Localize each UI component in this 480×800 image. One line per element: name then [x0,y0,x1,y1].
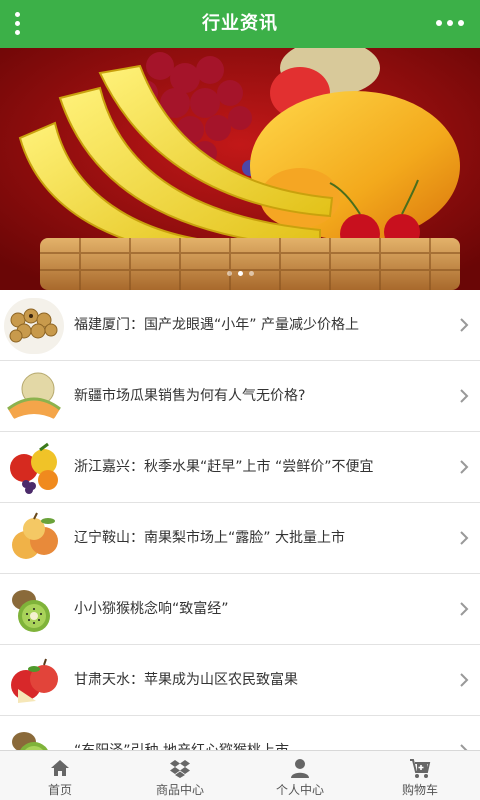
news-list-item[interactable]: 新疆市场瓜果销售为何有人气无价格? [0,361,480,432]
news-list-item[interactable]: “东阳泽”引种 地产红心猕猴桃上市 [0,716,480,750]
chevron-right-icon [460,673,469,687]
news-title: 浙江嘉兴：秋季水果“赶早”上市 “尝鲜价”不便宜 [74,459,374,475]
top-navigation-bar: 行业资讯 [0,0,480,48]
tab-home[interactable]: 首页 [0,751,120,800]
horizontal-dots-icon-dot [447,20,453,26]
news-thumbnail [4,511,64,567]
news-title: “东阳泽”引种 地产红心猕猴桃上市 [74,716,444,750]
bottom-tab-bar: 首页 商品中心 个人中心 购物车 [0,750,480,800]
tab-label: 首页 [47,783,72,797]
news-thumbnail [4,298,64,354]
carousel-indicator [0,271,480,276]
home-icon [51,760,69,776]
news-list-item[interactable]: 浙江嘉兴：秋季水果“赶早”上市 “尝鲜价”不便宜 [0,432,480,503]
fruit-basket-image [0,48,480,290]
news-thumbnail [4,724,64,750]
user-icon [291,759,309,778]
chevron-right-icon [460,318,469,332]
news-list-item[interactable]: 福建厦门：国产龙眼遇“小年” 产量减少价格上 [0,290,480,361]
news-list-item[interactable]: 小小猕猴桃念响“致富经” [0,574,480,645]
news-list: 福建厦门：国产龙眼遇“小年” 产量减少价格上 新疆市场瓜果销售为何有人气无价格? 浙… [0,290,480,750]
news-thumbnail [4,653,64,709]
news-title: 甘肃天水：苹果成为山区农民致富果 [74,672,298,688]
tab-profile[interactable]: 个人中心 [240,751,360,800]
chevron-right-icon [460,602,469,616]
news-title: 小小猕猴桃念响“致富经” [74,601,229,617]
more-button[interactable] [424,0,480,48]
tab-cart[interactable]: 购物车 [360,751,480,800]
tab-label: 商品中心 [155,783,204,797]
news-title: 新疆市场瓜果销售为何有人气无价格? [74,388,306,404]
tab-label: 购物车 [401,783,438,797]
news-title: 福建厦门：国产龙眼遇“小年” 产量减少价格上 [74,317,359,333]
tab-products[interactable]: 商品中心 [120,751,240,800]
carousel-dot[interactable] [226,271,232,276]
tab-label: 个人中心 [275,783,324,797]
carousel-dot-active[interactable] [237,271,243,276]
chevron-right-icon [460,744,468,750]
news-title: 辽宁鞍山：南果梨市场上“露脸” 大批量上市 [74,530,345,546]
cart-icon [410,759,431,778]
page-title: 行业资讯 [202,13,278,34]
chevron-right-icon [460,531,469,545]
dropbox-icon [170,760,190,778]
fruit-banner-carousel[interactable] [0,48,480,290]
horizontal-dots-icon-dot [458,20,464,26]
chevron-right-icon [460,460,469,474]
horizontal-dots-icon [436,20,442,26]
news-thumbnail [4,440,64,496]
news-list-item[interactable]: 甘肃天水：苹果成为山区农民致富果 [0,645,480,716]
news-list-item[interactable]: 辽宁鞍山：南果梨市场上“露脸” 大批量上市 [0,503,480,574]
news-thumbnail [4,582,64,638]
carousel-dot[interactable] [248,271,254,276]
chevron-right-icon [460,389,469,403]
news-thumbnail [4,369,64,425]
